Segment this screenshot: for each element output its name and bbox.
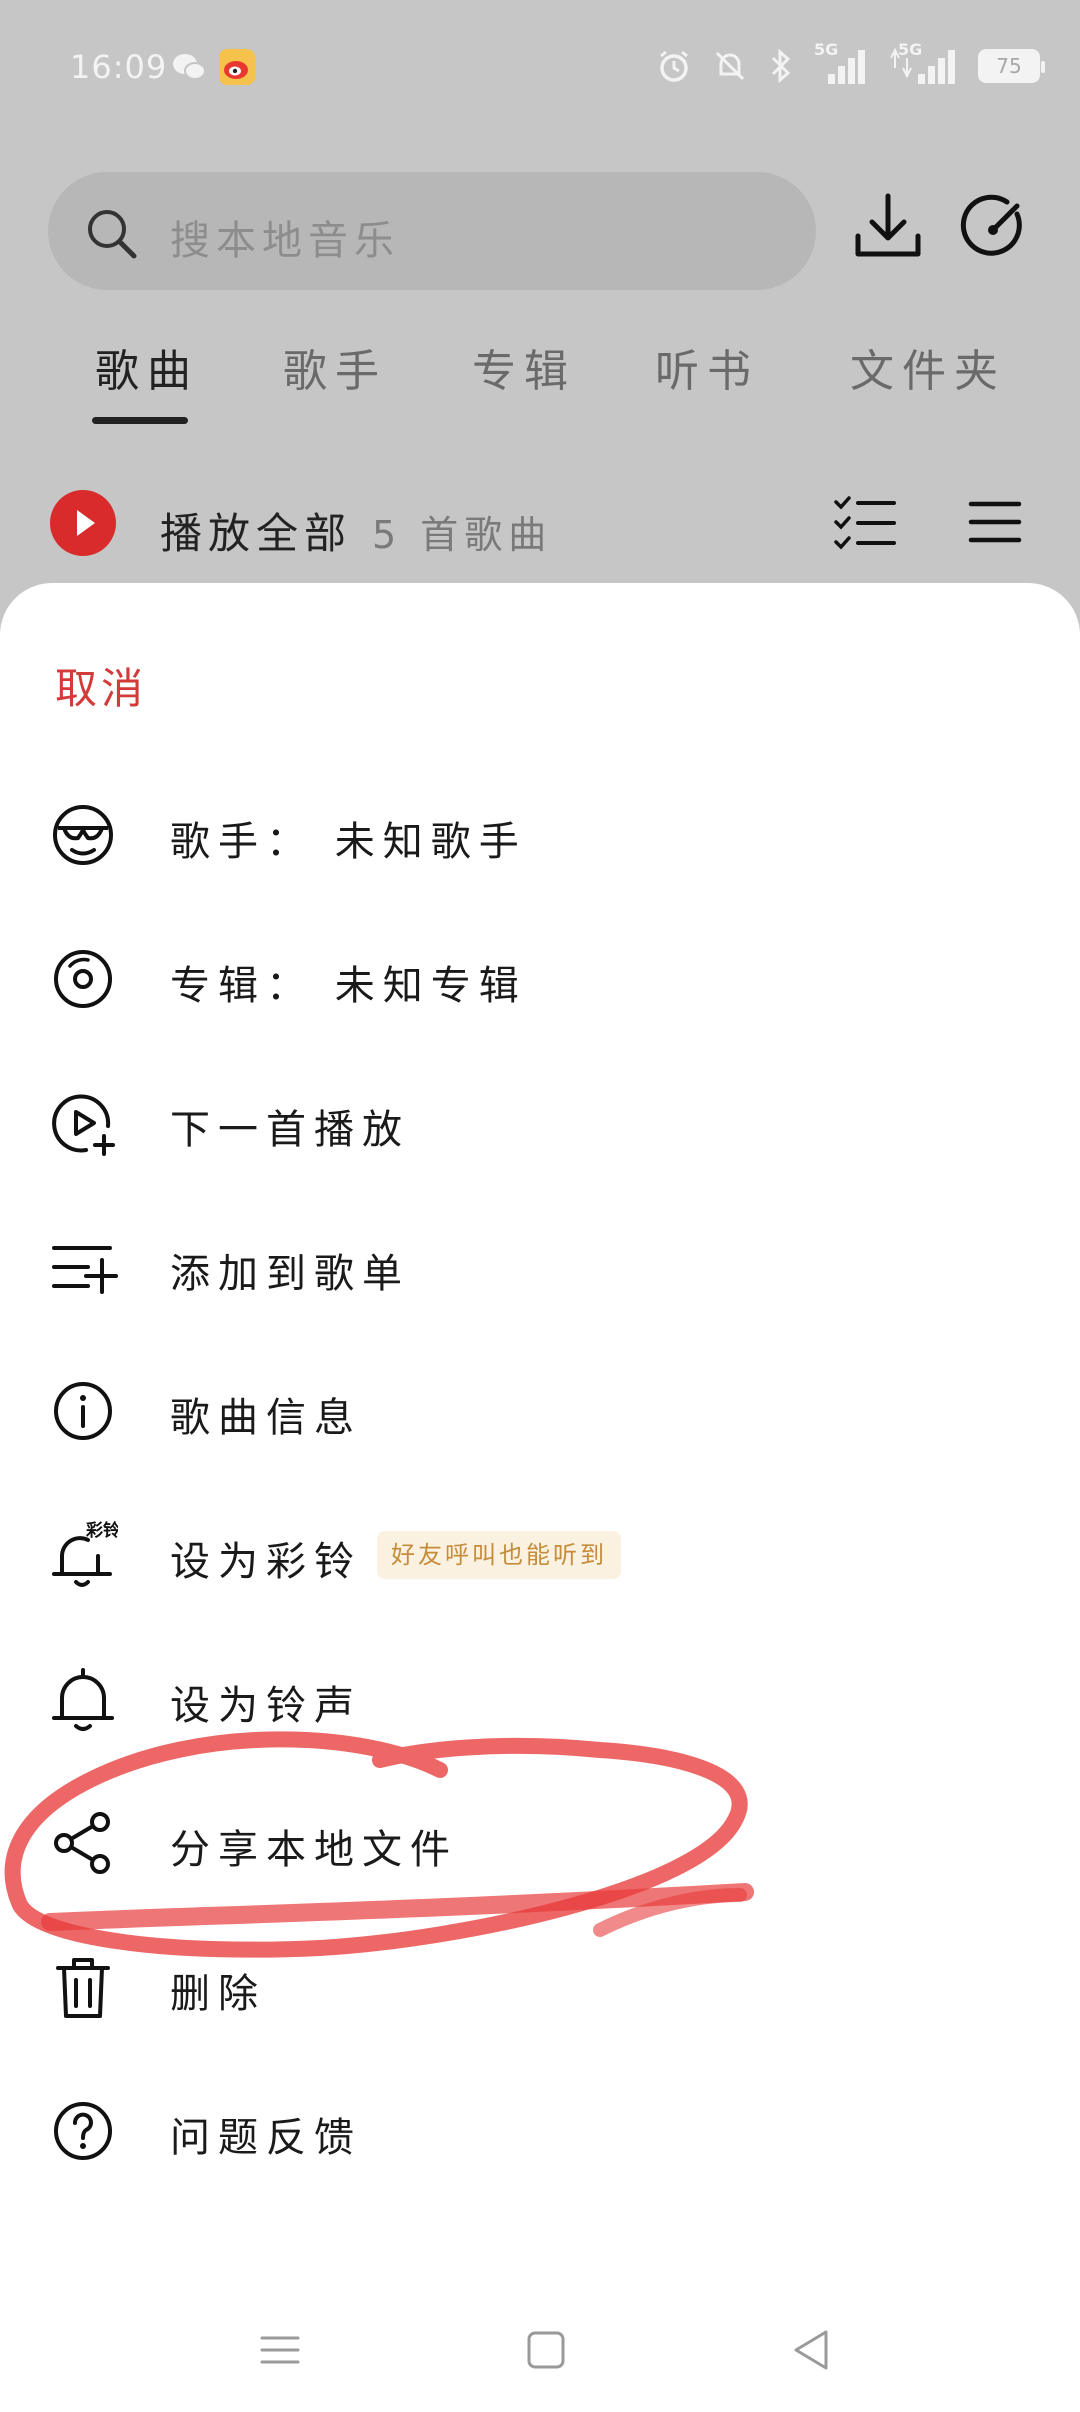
menu-item-share-local-file[interactable]: 分享本地文件 bbox=[0, 1781, 1080, 1891]
play-all-row: 播放全部 5 首歌曲 bbox=[0, 480, 1080, 580]
cancel-button[interactable]: 取消 bbox=[55, 655, 147, 716]
add-to-playlist-icon bbox=[52, 1246, 118, 1294]
singer-icon bbox=[53, 805, 113, 865]
system-nav-bar bbox=[0, 2290, 1080, 2410]
back-icon[interactable] bbox=[782, 2320, 842, 2380]
tab-albums[interactable]: 专辑 bbox=[472, 335, 576, 399]
download-icon[interactable] bbox=[850, 190, 926, 266]
battery-level: 75 bbox=[996, 54, 1022, 78]
multi-select-icon[interactable] bbox=[830, 490, 900, 556]
signal-1-icon: 5G bbox=[814, 40, 868, 86]
menu-label-song-info: 歌曲信息 bbox=[170, 1395, 362, 1441]
share-icon bbox=[54, 1812, 110, 1874]
bell-icon bbox=[52, 1668, 114, 1731]
status-bar: 16:09 5G 5G 75 bbox=[0, 0, 1080, 140]
alarm-icon bbox=[660, 50, 688, 82]
tab-audiobooks[interactable]: 听书 bbox=[655, 335, 759, 399]
color-ringtone-bell-icon: 彩铃 bbox=[52, 1520, 118, 1587]
status-time: 16:09 bbox=[70, 48, 168, 86]
song-count: 5 首歌曲 bbox=[372, 513, 553, 557]
info-icon bbox=[54, 1382, 112, 1440]
trash-icon bbox=[56, 1958, 110, 2018]
signal-2-icon: 5G bbox=[888, 40, 958, 86]
menu-item-album[interactable]: 专辑： 未知专辑 bbox=[0, 917, 1080, 1027]
tab-active-indicator bbox=[92, 417, 188, 424]
home-icon[interactable] bbox=[516, 2320, 576, 2380]
menu-label-feedback: 问题反馈 bbox=[170, 2115, 362, 2161]
menu-item-set-ringtone[interactable]: 设为铃声 bbox=[0, 1637, 1080, 1747]
menu-item-delete[interactable]: 删除 bbox=[0, 1925, 1080, 2035]
tab-folders[interactable]: 文件夹 bbox=[850, 335, 1006, 399]
status-icons: 5G 5G 75 bbox=[656, 40, 1045, 86]
battery-indicator: 75 bbox=[978, 49, 1045, 83]
menu-item-add-to-playlist[interactable]: 添加到歌单 bbox=[0, 1205, 1080, 1315]
scan-radar-icon[interactable] bbox=[955, 190, 1031, 266]
menu-icon[interactable] bbox=[965, 492, 1025, 552]
menu-label-add-to-playlist: 添加到歌单 bbox=[170, 1251, 410, 1297]
action-sheet: 取消 歌手： 未知歌手 专辑： 未知专辑 下一首播放 添加到歌单 歌曲信息 彩铃… bbox=[0, 583, 1080, 2412]
color-ringtone-icon-text: 彩铃 bbox=[85, 1520, 118, 1541]
menu-label-play-next: 下一首播放 bbox=[170, 1107, 410, 1153]
menu-item-play-next[interactable]: 下一首播放 bbox=[0, 1061, 1080, 1171]
menu-label-share-local-file: 分享本地文件 bbox=[170, 1827, 458, 1873]
tab-bar: 歌曲 歌手 专辑 听书 文件夹 bbox=[0, 335, 1080, 435]
feedback-question-icon bbox=[54, 2102, 112, 2160]
play-all-label[interactable]: 播放全部 bbox=[160, 500, 352, 561]
menu-item-singer[interactable]: 歌手： 未知歌手 bbox=[0, 773, 1080, 883]
play-all-button[interactable] bbox=[50, 490, 116, 556]
search-icon bbox=[88, 210, 137, 259]
menu-label-singer: 歌手： 未知歌手 bbox=[170, 819, 527, 865]
menu-label-album: 专辑： 未知专辑 bbox=[170, 963, 527, 1009]
menu-label-set-color-ringtone: 设为彩铃 bbox=[170, 1539, 362, 1585]
menu-item-song-info[interactable]: 歌曲信息 bbox=[0, 1349, 1080, 1459]
recent-apps-icon[interactable] bbox=[250, 2320, 310, 2380]
menu-label-set-ringtone: 设为铃声 bbox=[170, 1683, 362, 1729]
search-bar[interactable]: 搜本地音乐 bbox=[48, 172, 816, 290]
menu-item-set-color-ringtone[interactable]: 彩铃 设为彩铃 好友呼叫也能听到 bbox=[0, 1493, 1080, 1603]
menu-item-feedback[interactable]: 问题反馈 bbox=[0, 2069, 1080, 2179]
search-placeholder: 搜本地音乐 bbox=[170, 218, 400, 264]
tab-songs[interactable]: 歌曲 bbox=[95, 335, 199, 399]
wechat-icon bbox=[173, 54, 206, 80]
menu-label-delete: 删除 bbox=[170, 1971, 266, 2017]
play-next-icon bbox=[52, 1094, 115, 1156]
tab-singers[interactable]: 歌手 bbox=[283, 335, 387, 399]
mute-bell-icon bbox=[715, 51, 745, 81]
weibo-icon bbox=[219, 49, 255, 85]
bluetooth-icon bbox=[771, 48, 791, 84]
album-disc-icon bbox=[54, 950, 112, 1008]
friend-call-tag: 好友呼叫也能听到 bbox=[377, 1531, 621, 1579]
